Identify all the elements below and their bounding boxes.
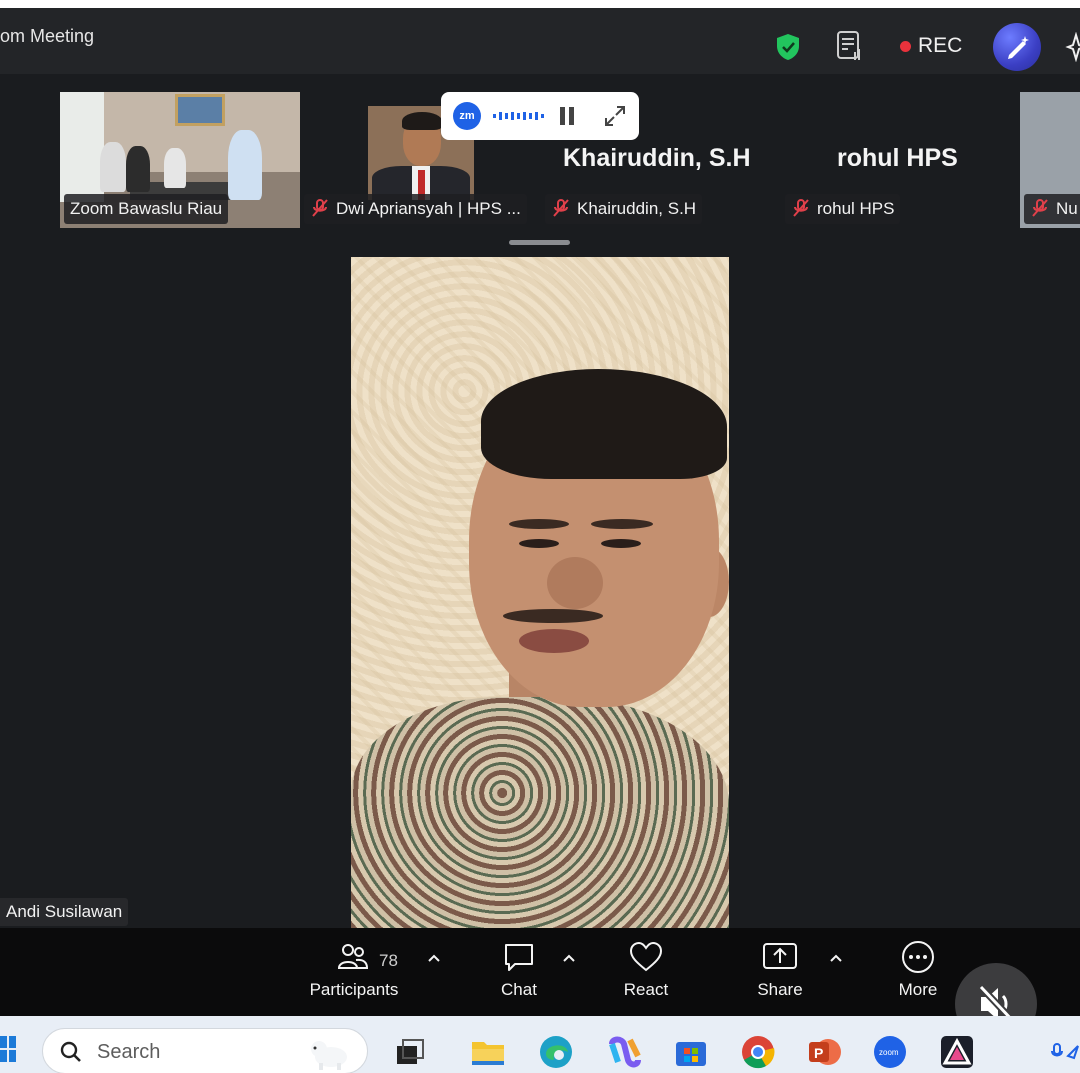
chat-icon [505, 944, 533, 971]
active-speaker-name: Andi Susilawan [0, 898, 129, 926]
window-titlebar: om Meeting REC [0, 8, 1080, 74]
heart-icon [629, 941, 663, 972]
muted-mic-icon [553, 199, 569, 217]
task-view-icon[interactable] [393, 1034, 429, 1070]
share-button[interactable]: Share [750, 940, 810, 1000]
chat-button[interactable]: Chat [492, 940, 546, 1000]
participant-name-label: Nu [1024, 194, 1080, 224]
active-speaker-video[interactable] [351, 257, 729, 928]
participant-count: 78 [379, 951, 398, 970]
chevron-up-icon[interactable] [828, 950, 844, 966]
affinity-icon[interactable] [939, 1034, 975, 1070]
more-icon [902, 941, 934, 973]
windows-start-icon[interactable] [0, 1036, 16, 1062]
copilot-icon[interactable] [606, 1034, 642, 1070]
pause-icon[interactable] [557, 104, 577, 128]
participant-name-label: Dwi Apriansyah | HPS ... [304, 194, 527, 224]
audio-wave-icon [493, 112, 544, 120]
taskbar-search[interactable]: Search [42, 1028, 368, 1073]
sparkle-icon[interactable] [1062, 32, 1080, 62]
polar-bear-icon [311, 1041, 347, 1070]
meeting-summary-icon[interactable] [836, 30, 864, 62]
muted-mic-icon [793, 199, 809, 217]
expand-icon[interactable] [603, 104, 627, 128]
recording-dot-icon [900, 41, 911, 52]
window-title: om Meeting [0, 26, 95, 46]
participant-display-name[interactable]: rohul HPS [837, 144, 958, 173]
muted-mic-icon [1032, 199, 1048, 217]
muted-mic-icon [312, 199, 328, 217]
recording-label[interactable]: REC [918, 34, 962, 58]
chevron-up-icon[interactable] [426, 950, 442, 966]
chevron-up-icon[interactable] [561, 950, 577, 966]
more-button[interactable]: More [890, 940, 946, 1000]
wall-photo [175, 94, 225, 126]
participant-name-label: Zoom Bawaslu Riau [64, 194, 229, 224]
edge-icon[interactable] [538, 1034, 574, 1070]
pen-sparkle-icon [1008, 36, 1029, 59]
zoom-icon[interactable]: zoom [872, 1034, 908, 1070]
batik-shirt [351, 697, 729, 928]
participants-icon [337, 944, 369, 969]
ai-companion-button[interactable] [993, 23, 1041, 71]
microphone-tray-icon[interactable] [1050, 1042, 1080, 1062]
participant-name-label: Khairuddin, S.H [545, 194, 703, 224]
store-icon[interactable] [673, 1034, 709, 1070]
powerpoint-icon[interactable]: P [806, 1034, 842, 1070]
meeting-area: Zoom Bawaslu Riau Dwi Apriansyah | HPS .… [0, 74, 1080, 928]
react-button[interactable]: React [616, 940, 676, 1000]
gallery-drag-handle[interactable] [509, 240, 570, 245]
svg-text:P: P [814, 1045, 823, 1061]
share-screen-icon [763, 943, 797, 969]
windows-taskbar: Search P zoom [0, 1016, 1080, 1073]
chrome-icon[interactable] [740, 1034, 776, 1070]
zoom-floating-indicator[interactable]: zm [441, 92, 639, 140]
zoom-logo-icon: zm [453, 102, 481, 130]
participant-name-label: rohul HPS [785, 194, 901, 224]
svg-text:zoom: zoom [879, 1048, 899, 1057]
file-explorer-icon[interactable] [470, 1034, 506, 1070]
security-shield-icon[interactable] [775, 33, 801, 61]
meeting-toolbar: Participants 78 Chat React Share More [0, 928, 1080, 1016]
participant-display-name[interactable]: Khairuddin, S.H [563, 144, 751, 173]
search-icon [60, 1041, 81, 1062]
